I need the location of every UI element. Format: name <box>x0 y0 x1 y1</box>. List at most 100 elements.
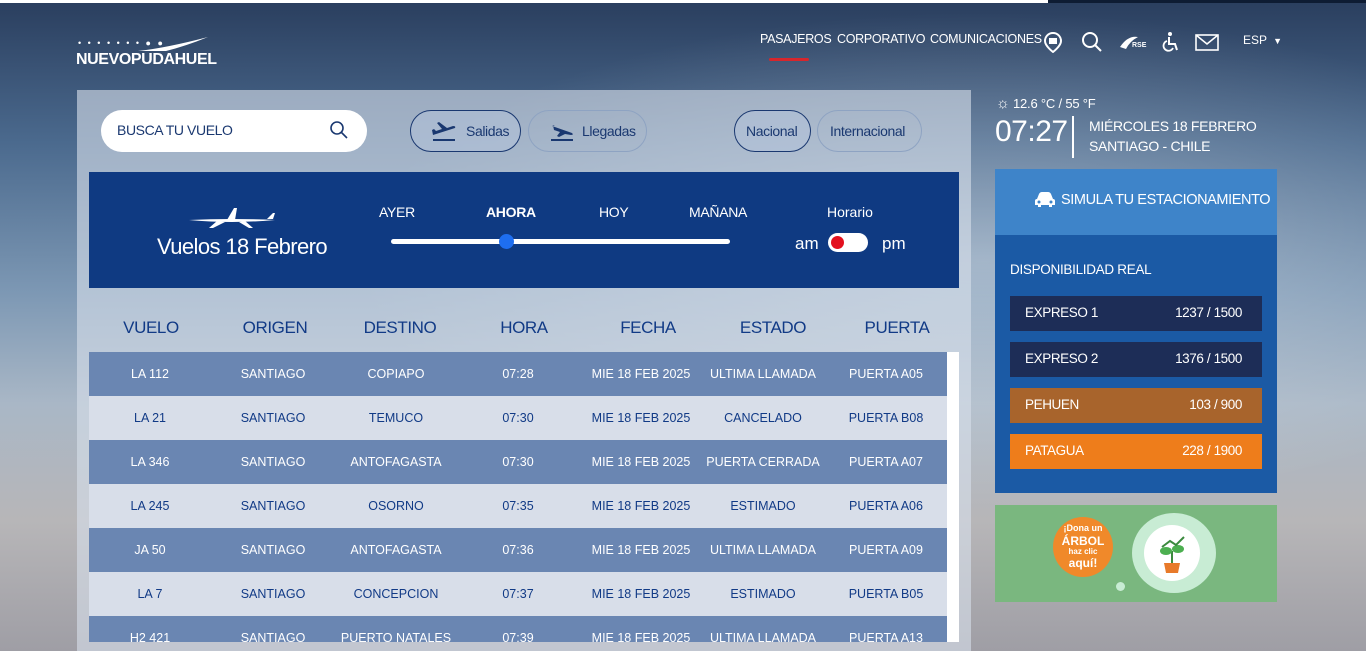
timeline-tomorrow[interactable]: MAÑANA <box>689 204 747 220</box>
cell-estado: ULTIMA LLAMADA <box>709 367 817 381</box>
nav-comunicaciones[interactable]: COMUNICACIONES <box>930 32 1042 46</box>
national-label: Nacional <box>746 123 798 139</box>
cell-destino: ANTOFAGASTA <box>350 455 442 469</box>
timeline-today[interactable]: HOY <box>599 204 629 220</box>
header-destino: DESTINO <box>363 318 437 337</box>
cell-estado: ULTIMA LLAMADA <box>709 631 817 642</box>
international-button[interactable]: Internacional <box>817 110 922 152</box>
cell-hora: 07:37 <box>502 587 534 601</box>
timeline-yesterday[interactable]: AYER <box>379 204 415 220</box>
top-strip <box>0 0 1048 3</box>
search-icon[interactable] <box>329 120 349 140</box>
cell-vuelo: JA 50 <box>134 543 166 557</box>
lot-value: 103 / 900 <box>1189 397 1242 412</box>
cell-fecha: MIE 18 FEB 2025 <box>591 543 691 557</box>
lot-name: PEHUEN <box>1025 397 1079 412</box>
departures-button[interactable]: Salidas <box>410 110 521 152</box>
cell-fecha: MIE 18 FEB 2025 <box>591 367 691 381</box>
cell-estado: CANCELADO <box>724 411 802 425</box>
cell-origen: SANTIAGO <box>240 455 306 469</box>
table-scrollbar[interactable] <box>947 352 959 642</box>
search-icon[interactable] <box>1081 31 1103 53</box>
top-strip-dark <box>1048 0 1366 3</box>
parking-lot-pehuen: PEHUEN 103 / 900 <box>1010 388 1262 423</box>
table-row[interactable]: H2 421 SANTIAGO PUERTO NATALES 07:39 MIE… <box>89 616 947 642</box>
clock-location: SANTIAGO - CHILE <box>1089 138 1211 154</box>
cell-hora: 07:35 <box>502 499 534 513</box>
header-puerta: PUERTA <box>864 318 930 337</box>
rse-icon[interactable]: RSE <box>1118 31 1148 53</box>
cell-hora: 07:28 <box>502 367 534 381</box>
cell-estado: ESTIMADO <box>730 499 796 513</box>
cell-hora: 07:36 <box>502 543 534 557</box>
cell-vuelo: LA 7 <box>137 587 163 601</box>
cell-estado: PUERTA CERRADA <box>706 455 820 469</box>
bubble-tail-dot <box>1116 582 1125 591</box>
flights-table: LA 112 SANTIAGO COPIAPO 07:28 MIE 18 FEB… <box>89 352 947 642</box>
nav-corporativo[interactable]: CORPORATIVO <box>837 32 925 46</box>
table-row[interactable]: JA 50 SANTIAGO ANTOFAGASTA 07:36 MIE 18 … <box>89 528 947 572</box>
table-row[interactable]: LA 112 SANTIAGO COPIAPO 07:28 MIE 18 FEB… <box>89 352 947 396</box>
accessibility-icon[interactable] <box>1160 31 1182 53</box>
donate-tree-banner[interactable]: ¡Dona un ÁRBOL haz clic aquí! <box>995 505 1277 602</box>
lot-value: 228 / 1900 <box>1182 443 1242 458</box>
plant-icon <box>1144 525 1200 581</box>
clock-divider <box>1072 116 1074 158</box>
clock-date: MIÉRCOLES 18 FEBRERO <box>1089 118 1257 134</box>
cell-destino: COPIAPO <box>367 367 425 381</box>
language-label: ESP <box>1243 33 1267 47</box>
search-input[interactable]: BUSCA TU VUELO <box>101 110 367 152</box>
cell-destino: CONCEPCION <box>353 587 439 601</box>
cell-destino: OSORNO <box>368 499 424 513</box>
timeline-handle[interactable] <box>499 234 514 249</box>
table-row[interactable]: LA 346 SANTIAGO ANTOFAGASTA 07:30 MIE 18… <box>89 440 947 484</box>
tree-line-1: ¡Dona un <box>1063 523 1103 533</box>
nav-pasajeros[interactable]: PASAJEROS <box>760 32 832 46</box>
weather: ☼ 12.6 °C / 55 °F <box>996 95 1096 112</box>
parking-title: SIMULA TU ESTACIONAMIENTO <box>1061 192 1271 208</box>
donate-tree-badge: ¡Dona un ÁRBOL haz clic aquí! <box>1053 517 1113 577</box>
cell-origen: SANTIAGO <box>240 411 306 425</box>
logo[interactable]: • • • • • • • ● ● NUEVOPUDAHUEL <box>76 36 217 70</box>
am-pm-toggle[interactable] <box>828 233 868 252</box>
cell-origen: SANTIAGO <box>240 587 306 601</box>
cell-hora: 07:30 <box>502 455 534 469</box>
national-button[interactable]: Nacional <box>734 110 811 152</box>
mail-icon[interactable] <box>1195 31 1219 53</box>
logo-text: NUEVOPUDAHUEL <box>76 51 217 68</box>
timeline-now[interactable]: AHORA <box>486 204 536 220</box>
cell-origen: SANTIAGO <box>240 367 306 381</box>
cell-puerta: PUERTA A07 <box>849 455 923 469</box>
language-selector[interactable]: ESP ▼ <box>1243 33 1282 47</box>
cell-puerta: PUERTA A05 <box>849 367 923 381</box>
schedule-label: Horario <box>827 204 873 220</box>
search-placeholder: BUSCA TU VUELO <box>117 122 233 138</box>
header-vuelo: VUELO <box>123 318 179 337</box>
table-row[interactable]: LA 245 SANTIAGO OSORNO 07:35 MIE 18 FEB … <box>89 484 947 528</box>
parking-lot-expreso-2: EXPRESO 2 1376 / 1500 <box>1010 342 1262 377</box>
header-estado: ESTADO <box>739 318 807 337</box>
timeline-track[interactable] <box>391 239 730 244</box>
cell-destino: PUERTO NATALES <box>340 631 452 642</box>
cell-destino: ANTOFAGASTA <box>350 543 442 557</box>
cell-vuelo: LA 21 <box>134 411 166 425</box>
arrivals-button[interactable]: Llegadas <box>528 110 647 152</box>
car-icon <box>1035 192 1055 207</box>
cell-puerta: PUERTA B08 <box>848 411 924 425</box>
lot-value: 1376 / 1500 <box>1175 351 1242 366</box>
toggle-knob <box>831 236 844 249</box>
chevron-down-icon: ▼ <box>1273 36 1283 46</box>
location-icon[interactable] <box>1042 31 1064 53</box>
weather-text: 12.6 °C / 55 °F <box>1012 96 1096 111</box>
logo-wing-icon <box>138 37 208 51</box>
cell-puerta: PUERTA A13 <box>849 631 923 642</box>
flights-title: Vuelos 18 Febrero <box>157 234 328 259</box>
cell-estado: ESTIMADO <box>730 587 796 601</box>
cell-vuelo: H2 421 <box>129 631 171 642</box>
header-fecha: FECHA <box>620 318 676 337</box>
parking-simulator-button[interactable]: SIMULA TU ESTACIONAMIENTO <box>995 169 1277 235</box>
table-row[interactable]: LA 7 SANTIAGO CONCEPCION 07:37 MIE 18 FE… <box>89 572 947 616</box>
parking-lot-patagua: PATAGUA 228 / 1900 <box>1010 434 1262 469</box>
table-row[interactable]: LA 21 SANTIAGO TEMUCO 07:30 MIE 18 FEB 2… <box>89 396 947 440</box>
plant-bubble <box>1132 513 1216 593</box>
